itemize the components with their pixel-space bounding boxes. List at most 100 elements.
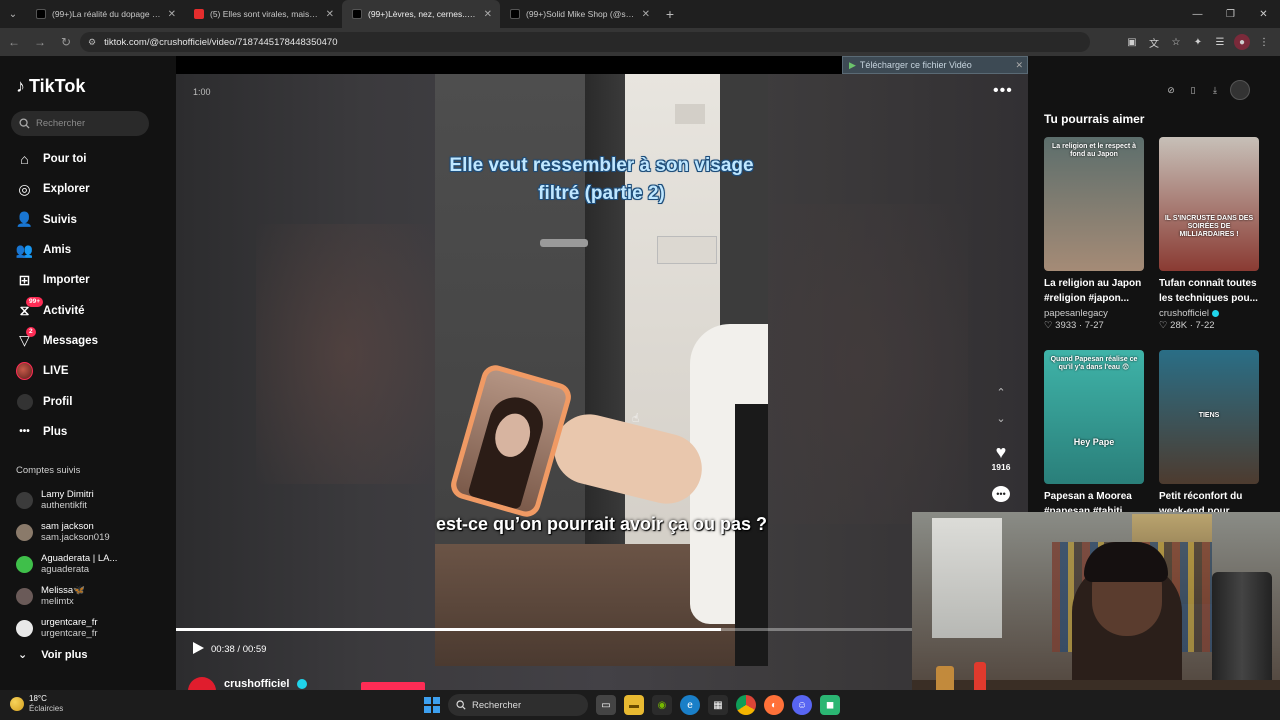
back-icon[interactable]: ← [2, 28, 26, 56]
suggested-video-author[interactable]: papesanlegacy [1044, 308, 1108, 319]
following-account[interactable]: Melissa🦋 melimtx [0, 580, 176, 612]
notification-badge: 99+ [26, 297, 44, 308]
home-icon: ⌂ [20, 151, 29, 168]
video-progress-bar[interactable] [176, 628, 912, 631]
store-icon[interactable]: ▦ [708, 695, 728, 715]
video-duration: 1:00 [193, 87, 211, 97]
browser-tab[interactable]: (99+)Solid Mike Shop (@solidm ✕ [500, 0, 658, 28]
weather-widget[interactable]: 18°C Éclaircies [10, 694, 63, 714]
translate-icon[interactable]: 文 [1146, 34, 1162, 50]
suggested-video-title[interactable]: La religion au Japon #religion #japon... [1044, 276, 1144, 306]
nvidia-icon[interactable]: ◉ [652, 695, 672, 715]
tiktok-note-icon: ♪ [16, 76, 25, 96]
minimize-icon[interactable]: — [1181, 0, 1214, 28]
nav-item-amis[interactable]: 👥 Amis [0, 235, 176, 265]
author-name[interactable]: crushofficiel [224, 678, 289, 690]
like-count: 1916 [991, 462, 1011, 472]
like-button[interactable]: ♥ 1916 [988, 442, 1014, 472]
following-account[interactable]: Aguaderata | LA... aguaderata [0, 548, 176, 580]
suggested-video-card[interactable]: Quand Papesan réalise ce qu'il y'a dans … [1044, 350, 1144, 519]
windows-start-icon[interactable] [424, 697, 440, 713]
video-progress-fill [176, 628, 721, 631]
nav-item-messages[interactable]: ▽ 2 Messages [0, 326, 176, 356]
following-account[interactable]: urgentcare_fr urgentcare_fr [0, 612, 176, 644]
account-name: Melissa🦋 [41, 585, 86, 596]
tab-search-icon[interactable]: ⌄ [0, 0, 26, 28]
coins-icon[interactable]: ⊘ [1164, 83, 1178, 97]
tab-close-icon[interactable]: ✕ [168, 9, 176, 20]
more-options-icon[interactable]: ••• [993, 82, 1013, 100]
video-thumbnail[interactable]: TIENS [1159, 350, 1259, 484]
nav-item-profil[interactable]: Profil [0, 386, 176, 416]
device-icon[interactable]: ▯ [1186, 83, 1200, 97]
account-avatar [16, 619, 33, 637]
chevron-down-icon[interactable]: ⌄ [996, 412, 1005, 438]
following-account[interactable]: sam jackson sam.jackson019 [0, 516, 176, 548]
extensions-icon[interactable]: ✦ [1190, 34, 1206, 50]
tab-close-icon[interactable]: ✕ [484, 9, 492, 20]
tab-title: (5) Elles sont virales, mais sont [210, 9, 320, 19]
account-handle: urgentcare_fr [41, 628, 98, 639]
search-input[interactable]: Rechercher [11, 111, 149, 136]
screen: ⌄ (99+)La réalité du dopage dans ✕ (5) Ell… [0, 0, 1280, 720]
edge-icon[interactable]: e [680, 695, 700, 715]
account-avatar [16, 555, 33, 573]
following-account[interactable]: Lamy Dimitri authentikfit [0, 484, 176, 516]
nav-item-explorer[interactable]: ◎ Explorer [0, 174, 176, 204]
reading-list-icon[interactable]: ☰ [1212, 34, 1228, 50]
android-icon[interactable]: ◼ [820, 695, 840, 715]
bookmark-star-icon[interactable]: ☆ [1168, 34, 1184, 50]
tab-close-icon[interactable]: ✕ [642, 9, 650, 20]
heart-icon: ♥ [995, 442, 1007, 462]
account-name: urgentcare_fr [41, 617, 98, 628]
comment-icon[interactable]: ••• [992, 486, 1010, 502]
main-nav: ⌂ Pour toi ◎ Explorer 👤 Suivis 👥 Amis ⊞ Importer ⧖… [0, 144, 176, 447]
close-icon[interactable]: ✕ [1015, 60, 1023, 71]
address-bar[interactable]: ⚙ tiktok.com/@crushofficiel/video/718744… [80, 32, 1090, 52]
see-more-button[interactable]: ⌄ Voir plus [18, 648, 87, 662]
browser-menu-icon[interactable]: ⋮ [1256, 34, 1272, 50]
live-avatar [16, 362, 33, 381]
close-window-icon[interactable]: ✕ [1247, 0, 1280, 28]
browser-tab[interactable]: (99+)Lèvres, nez, cernes... Inès, ✕ [342, 0, 500, 28]
nav-item-plus[interactable]: ••• Plus [0, 417, 176, 447]
firefox-icon[interactable]: ◐ [764, 695, 784, 715]
video-thumbnail[interactable]: La religion et le respect à fond au Japo… [1044, 137, 1144, 271]
nav-item-live[interactable]: LIVE [0, 356, 176, 386]
task-view-icon[interactable]: ▭ [596, 695, 616, 715]
tiktok-sidebar: ♪ TikTok Rechercher ⌂ Pour toi ◎ Explorer 👤 S… [0, 56, 176, 690]
file-explorer-icon[interactable]: ▬ [624, 695, 644, 715]
forward-icon[interactable]: → [28, 28, 52, 56]
new-tab-button[interactable]: + [658, 0, 682, 28]
taskbar-search[interactable]: Rechercher [448, 694, 588, 716]
suggested-video-card[interactable]: TIENSPetit réconfort du week-end pour... [1159, 350, 1259, 519]
download-video-bar[interactable]: ▶ Télécharger ce fichier Vidéo ✕ [842, 56, 1028, 74]
download-icon[interactable]: ⤓ [1208, 83, 1222, 97]
install-app-icon[interactable]: ▣ [1124, 34, 1140, 50]
nav-item-activit-[interactable]: ⧖ 99+ Activité [0, 295, 176, 325]
nav-item-pour-toi[interactable]: ⌂ Pour toi [0, 144, 176, 174]
video-thumbnail[interactable]: Quand Papesan réalise ce qu'il y'a dans … [1044, 350, 1144, 484]
suggested-video-card[interactable]: La religion et le respect à fond au Japo… [1044, 137, 1144, 331]
site-info-icon[interactable]: ⚙ [88, 37, 96, 48]
chevron-up-icon[interactable]: ⌃ [996, 386, 1005, 412]
chrome-icon[interactable] [736, 695, 756, 715]
user-avatar[interactable] [1230, 80, 1250, 100]
browser-tab[interactable]: (99+)La réalité du dopage dans ✕ [26, 0, 184, 28]
maximize-icon[interactable]: ❐ [1214, 0, 1247, 28]
discord-icon[interactable]: ☺ [792, 695, 812, 715]
play-icon[interactable] [191, 641, 205, 655]
video-thumbnail[interactable]: IL S'INCRUSTE DANS DES SOIRÉES DE MILLIA… [1159, 137, 1259, 271]
nav-item-suivis[interactable]: 👤 Suivis [0, 205, 176, 235]
browser-tab[interactable]: (5) Elles sont virales, mais sont ✕ [184, 0, 342, 28]
search-icon [456, 700, 466, 710]
suggested-video-title[interactable]: Tufan connaît toutes les techniques pou.… [1159, 276, 1259, 306]
profile-avatar-icon[interactable]: ● [1234, 34, 1250, 50]
suggested-video-author[interactable]: crushofficiel [1159, 308, 1209, 319]
tiktok-logo[interactable]: ♪ TikTok [16, 76, 85, 97]
tab-close-icon[interactable]: ✕ [326, 9, 334, 20]
nav-item-importer[interactable]: ⊞ Importer [0, 265, 176, 295]
suggested-video-card[interactable]: IL S'INCRUSTE DANS DES SOIRÉES DE MILLIA… [1159, 137, 1259, 331]
follow-button[interactable] [361, 682, 425, 690]
reload-icon[interactable]: ↻ [54, 28, 78, 56]
